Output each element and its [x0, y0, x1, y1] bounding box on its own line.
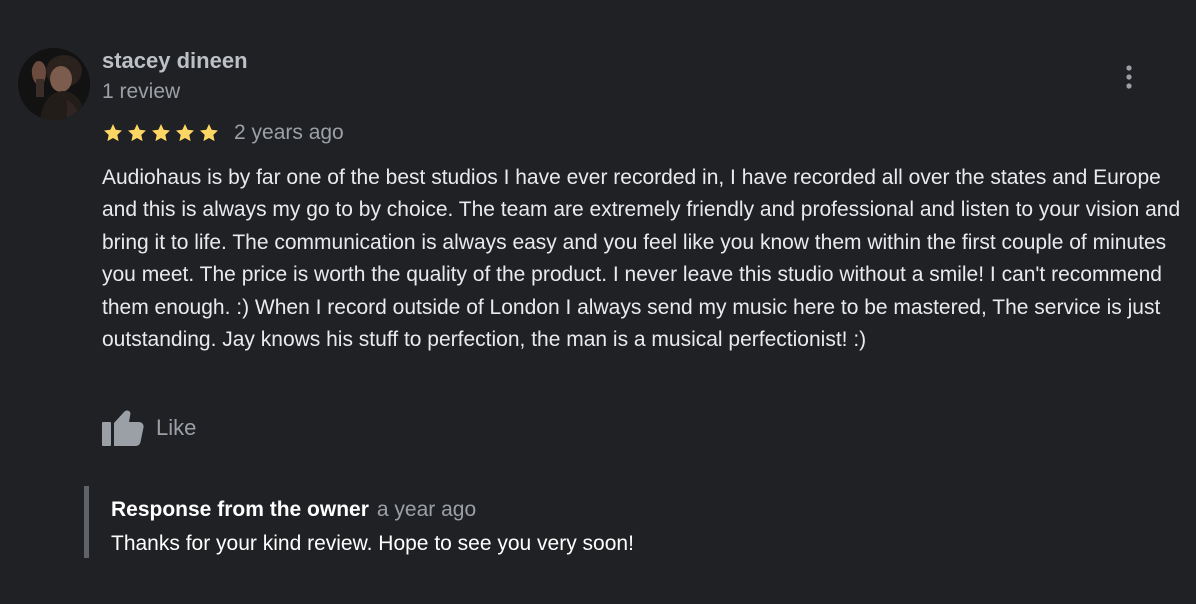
like-label: Like [156, 415, 197, 440]
avatar[interactable] [18, 48, 90, 120]
reviewer-name[interactable]: stacey dineen [102, 48, 248, 74]
thumbs-up-icon [102, 410, 144, 446]
star-icon [200, 124, 218, 142]
reviewer-review-count: 1 review [102, 80, 181, 103]
star-icon [152, 124, 170, 142]
review-text: Audiohaus is by far one of the best stud… [102, 166, 1181, 352]
more-vert-icon [1126, 65, 1132, 89]
owner-response-text: Thanks for your kind review. Hope to see… [111, 532, 634, 555]
like-button[interactable]: Like [102, 404, 196, 452]
star-rating [102, 122, 220, 144]
star-icon [128, 124, 146, 142]
rating-row: 2 years ago [102, 119, 344, 147]
owner-response: Response from the owner a year ago Thanks… [84, 486, 784, 558]
review-menu-button[interactable] [1112, 60, 1146, 94]
review-date: 2 years ago [234, 121, 344, 144]
star-icon [104, 124, 122, 142]
star-icon [176, 124, 194, 142]
owner-response-date: a year ago [376, 498, 477, 521]
owner-response-header: Response from the owner a year ago [111, 496, 476, 526]
user-photo [18, 48, 90, 120]
owner-response-title: Response from the owner [111, 498, 369, 521]
